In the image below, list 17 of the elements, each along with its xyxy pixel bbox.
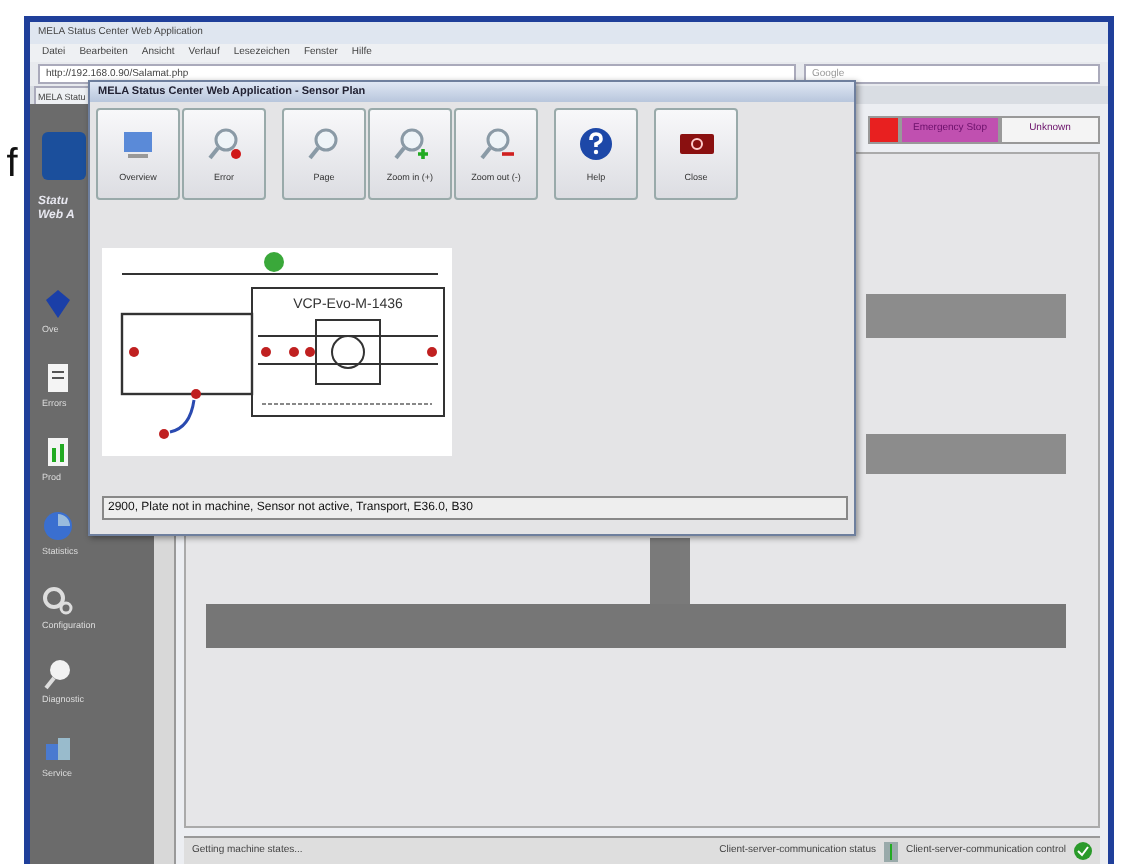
service-icon[interactable] [42,732,74,765]
magnifier-icon[interactable] [42,658,74,691]
monitor-icon [119,126,157,162]
magnifier-icon [305,126,343,162]
list-icon[interactable] [42,362,74,395]
magnifier-icon [477,126,515,162]
pie-icon[interactable] [42,510,74,543]
magnifier-icon [391,126,429,162]
connection-icon [883,841,898,861]
help-icon [577,126,615,162]
conveyor-column [650,538,690,604]
page-text-fragment: f [6,144,18,184]
magnifier-icon [205,126,243,162]
gears-icon[interactable] [42,584,74,617]
logo-icon [42,132,86,180]
check-icon [1074,842,1092,860]
chart-icon[interactable] [42,436,74,469]
